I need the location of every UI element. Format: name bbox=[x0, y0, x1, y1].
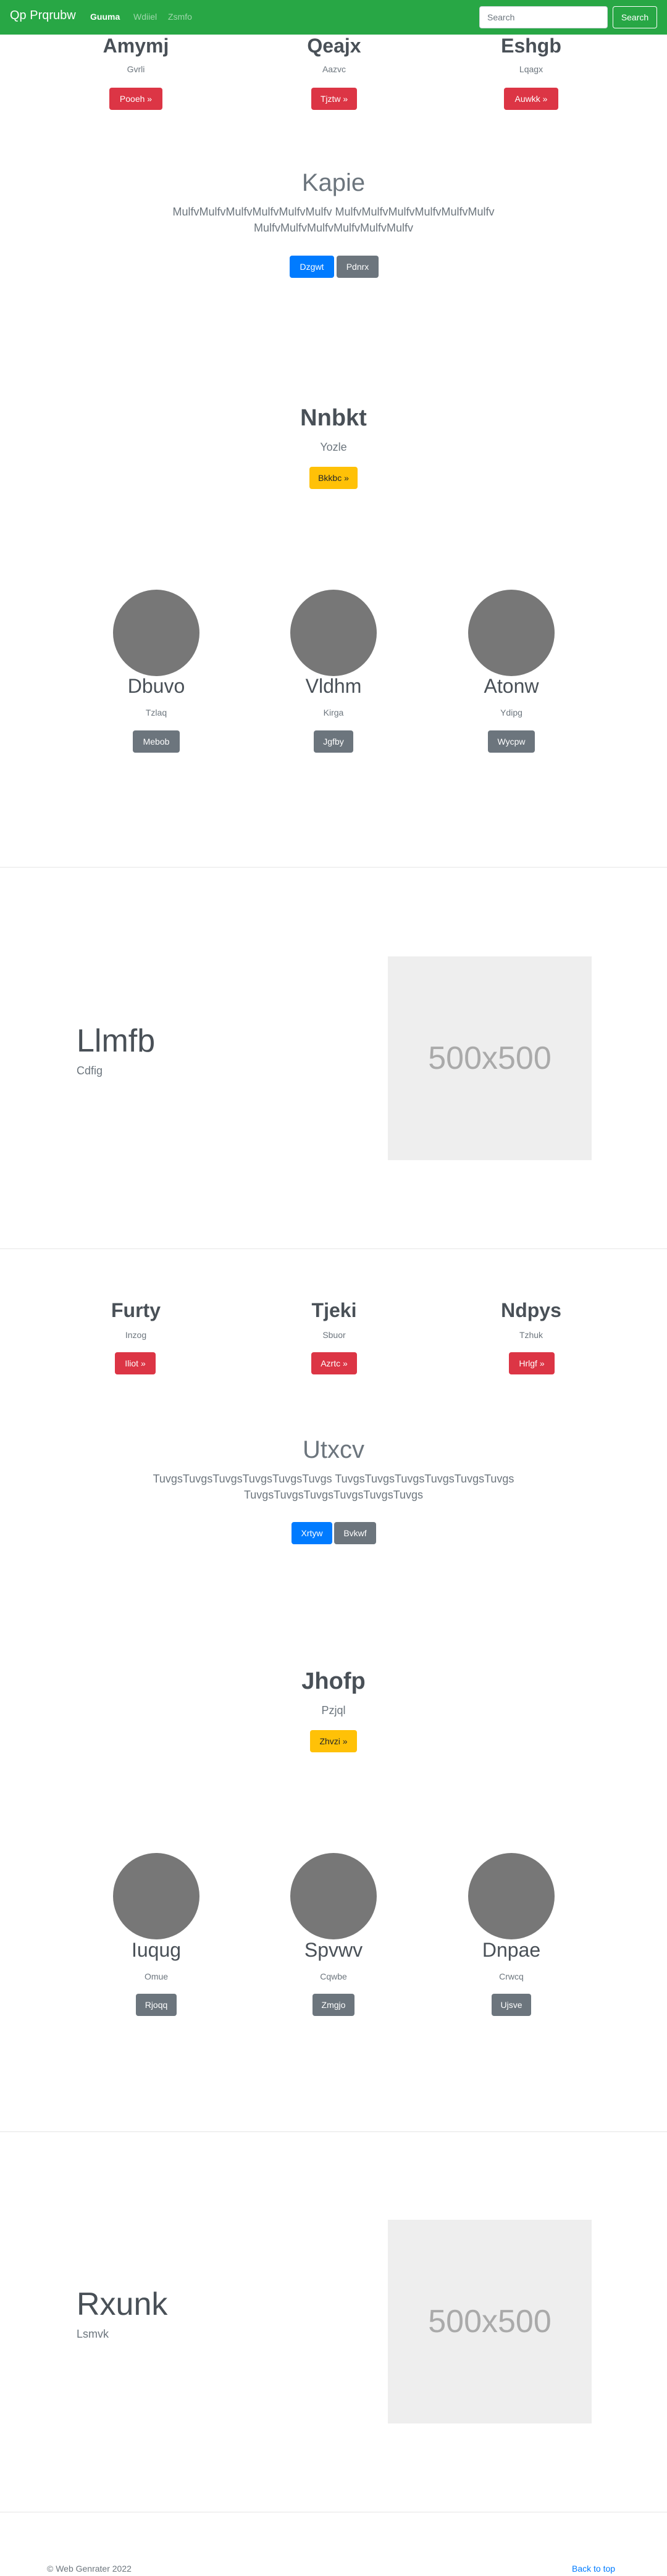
nav-link-zsmfo[interactable]: Zsmfo bbox=[168, 12, 192, 22]
feature-title: Rxunk bbox=[77, 2286, 168, 2322]
navbar-brand[interactable]: Qp Prqrubw bbox=[10, 9, 76, 23]
cta-button[interactable]: Bkkbc » bbox=[309, 467, 358, 489]
jumbotron-lead: MulfvMulfvMulfvMulfvMulfvMulfv MulfvMulf… bbox=[172, 206, 495, 234]
feature-title: Llmfb bbox=[77, 1023, 156, 1059]
column-subtitle: Sbuor bbox=[322, 1330, 346, 1340]
jumbotron-title: Kapie bbox=[301, 169, 366, 196]
team-member-button[interactable]: Zmgjo bbox=[313, 1994, 354, 2016]
jumbotron-secondary-button[interactable]: Bvkwf bbox=[334, 1522, 376, 1544]
jumbotron-lead: TuvgsTuvgsTuvgsTuvgsTuvgsTuvgs TuvgsTuvg… bbox=[153, 1473, 514, 1501]
team-member-button[interactable]: Jgfby bbox=[314, 730, 353, 753]
team-member-name: Atonw bbox=[484, 675, 539, 697]
feature-subtitle: Cdfig bbox=[77, 1064, 103, 1077]
column-button[interactable]: Iliot » bbox=[115, 1352, 156, 1374]
column-title: Tjeki bbox=[311, 1299, 357, 1321]
cta-title: Nnbkt bbox=[300, 405, 367, 431]
team-member-role: Kirga bbox=[323, 708, 344, 717]
team-member-name: Dnpae bbox=[482, 1939, 541, 1961]
section-divider bbox=[0, 867, 667, 868]
back-to-top-link[interactable]: Back to top bbox=[572, 2564, 615, 2574]
feature-image: 500x500 bbox=[388, 2220, 592, 2423]
column-title: Amymj bbox=[103, 35, 169, 57]
cta-button[interactable]: Zhvzi » bbox=[310, 1730, 357, 1752]
column-button[interactable]: Auwkk » bbox=[504, 88, 558, 110]
section-divider bbox=[0, 2131, 667, 2132]
team-member-button[interactable]: Mebob bbox=[133, 730, 180, 753]
nav-link-guuma[interactable]: Guuma bbox=[90, 12, 120, 22]
search-input[interactable] bbox=[479, 6, 608, 28]
footer-copyright: © Web Genrater 2022 bbox=[47, 2564, 132, 2574]
jumbotron-primary-button[interactable]: Xrtyw bbox=[292, 1522, 332, 1544]
search-button[interactable]: Search bbox=[613, 6, 657, 28]
team-member-role: Tzlaq bbox=[145, 708, 167, 717]
column-title: Ndpys bbox=[501, 1299, 561, 1321]
jumbotron-title: Utxcv bbox=[303, 1436, 364, 1463]
column-subtitle: Tzhuk bbox=[519, 1330, 543, 1340]
column-button[interactable]: Pooeh » bbox=[109, 88, 162, 110]
column-subtitle: Aazvc bbox=[322, 64, 346, 74]
feature-subtitle: Lsmvk bbox=[77, 2328, 109, 2340]
avatar bbox=[113, 590, 199, 676]
avatar bbox=[468, 590, 555, 676]
team-member-role: Ydipg bbox=[500, 708, 522, 717]
team-member-name: Spvwv bbox=[304, 1939, 363, 1961]
avatar bbox=[113, 1853, 199, 1939]
column-title: Furty bbox=[111, 1299, 161, 1321]
team-member-role: Cqwbe bbox=[320, 1972, 347, 1981]
team-member-button[interactable]: Wycpw bbox=[488, 730, 535, 753]
column-subtitle: Gvrli bbox=[127, 64, 145, 74]
column-button[interactable]: Azrtc » bbox=[311, 1352, 357, 1374]
nav-link-wdiiel[interactable]: Wdiiel bbox=[133, 12, 157, 22]
section-divider bbox=[0, 1248, 667, 1249]
column-subtitle: Lqagx bbox=[519, 64, 543, 74]
column-title: Eshgb bbox=[501, 35, 561, 57]
column-subtitle: Inzog bbox=[125, 1330, 147, 1340]
navbar: Qp Prqrubw Guuma Wdiiel Zsmfo Search bbox=[0, 0, 667, 35]
cta-title: Jhofp bbox=[301, 1668, 366, 1694]
team-member-name: Dbuvo bbox=[127, 675, 185, 697]
team-member-button[interactable]: Ujsve bbox=[492, 1994, 531, 2016]
team-member-button[interactable]: Rjoqq bbox=[136, 1994, 177, 2016]
feature-image: 500x500 bbox=[388, 956, 592, 1160]
team-member-role: Crwcq bbox=[499, 1972, 524, 1981]
column-title: Qeajx bbox=[307, 35, 361, 57]
team-member-name: Iuqug bbox=[131, 1939, 182, 1961]
column-button[interactable]: Tjztw » bbox=[311, 88, 357, 110]
jumbotron-secondary-button[interactable]: Pdnrx bbox=[337, 256, 379, 278]
cta-subtitle: Pzjql bbox=[321, 1704, 346, 1717]
avatar bbox=[290, 590, 377, 676]
team-member-role: Omue bbox=[144, 1972, 169, 1981]
team-member-name: Vldhm bbox=[305, 675, 362, 697]
avatar bbox=[290, 1853, 377, 1939]
avatar bbox=[468, 1853, 555, 1939]
cta-subtitle: Yozle bbox=[320, 441, 347, 453]
column-button[interactable]: Hrlgf » bbox=[509, 1352, 555, 1374]
jumbotron-primary-button[interactable]: Dzgwt bbox=[290, 256, 334, 278]
